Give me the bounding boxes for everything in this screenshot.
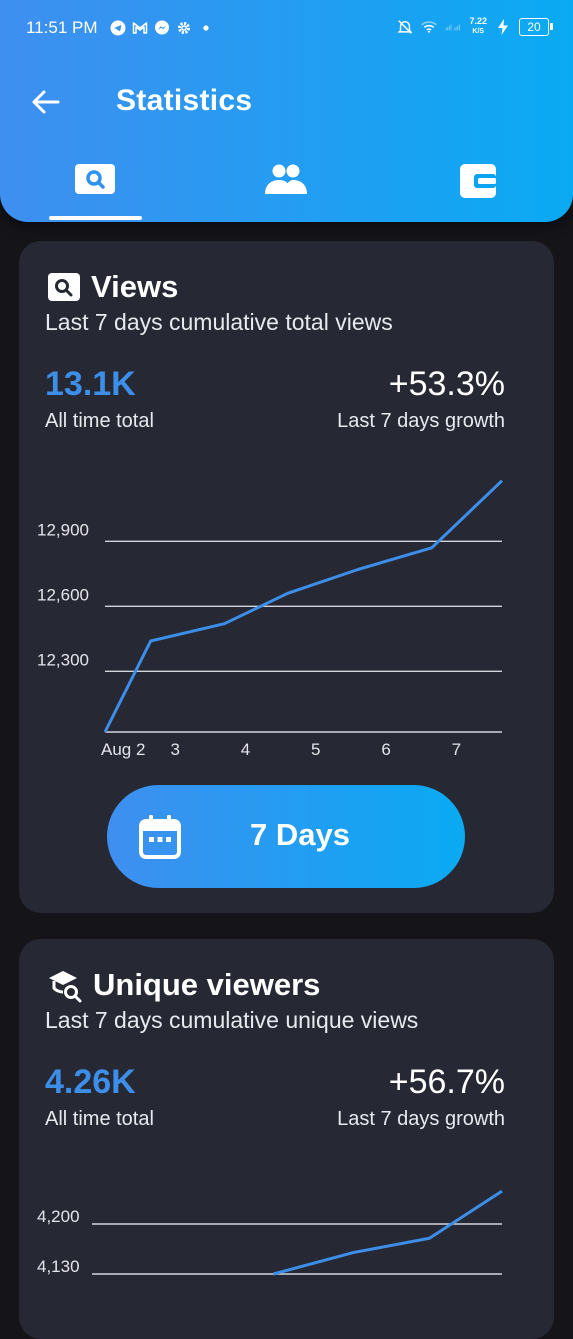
active-tab-indicator (49, 216, 142, 220)
x-tick-label: 3 (171, 740, 180, 759)
network-speed-unit: K/S (472, 28, 485, 35)
network-speed-value: 7.22 (469, 16, 487, 26)
mute-bell-icon (397, 19, 413, 35)
y-tick-label: 4,200 (37, 1207, 80, 1226)
more-notifications-dot-icon (198, 20, 214, 36)
charging-bolt-icon (495, 18, 511, 35)
tab-wallet[interactable] (418, 160, 538, 220)
unique-viewers-line-chart: 4,130 4,200 (37, 1189, 503, 1276)
y-tick-label: 12,600 (37, 585, 89, 604)
signal-bars-icon (445, 19, 461, 35)
battery-indicator: 20 (519, 17, 553, 36)
series-line (273, 1189, 503, 1276)
x-tick-label: Aug 2 (101, 740, 145, 759)
telegram-icon (110, 20, 126, 36)
y-tick-label: 4,130 (37, 1257, 80, 1276)
x-tick-label: 4 (241, 740, 250, 759)
app-header: 11:51 PM 7.22 K/S 20 Statistics (0, 0, 573, 222)
gmail-icon (132, 20, 148, 36)
tab-unique-viewers[interactable] (226, 160, 346, 220)
system-status-icons: 7.22 K/S 20 (397, 17, 553, 36)
network-speed: 7.22 K/S (469, 17, 487, 36)
page-title: Statistics (116, 84, 253, 117)
x-tick-label: 7 (452, 740, 461, 759)
status-time: 11:51 PM (26, 18, 98, 37)
date-range-button[interactable]: 7 Days (107, 785, 465, 888)
back-arrow-icon[interactable] (30, 86, 62, 118)
status-bar: 11:51 PM 7.22 K/S 20 (0, 0, 573, 58)
views-line-chart: 12,300 12,600 12,900 Aug 2 3 4 5 6 7 (37, 479, 504, 759)
settings-gear-icon (176, 20, 192, 36)
y-tick-label: 12,300 (37, 650, 89, 669)
x-tick-label: 5 (311, 740, 320, 759)
unique-viewers-card: Unique viewers Last 7 days cumulative un… (19, 939, 554, 1339)
search-icon (75, 164, 115, 194)
date-range-label: 7 Days (250, 817, 350, 852)
messenger-icon (154, 20, 170, 36)
y-tick-label: 12,900 (37, 520, 89, 539)
views-card: Views Last 7 days cumulative total views… (19, 241, 554, 913)
wifi-icon (421, 19, 438, 35)
x-tick-label: 6 (381, 740, 390, 759)
people-icon (265, 164, 307, 194)
tab-views[interactable] (35, 160, 155, 220)
wallet-icon (460, 164, 496, 198)
notification-icons (110, 20, 214, 36)
